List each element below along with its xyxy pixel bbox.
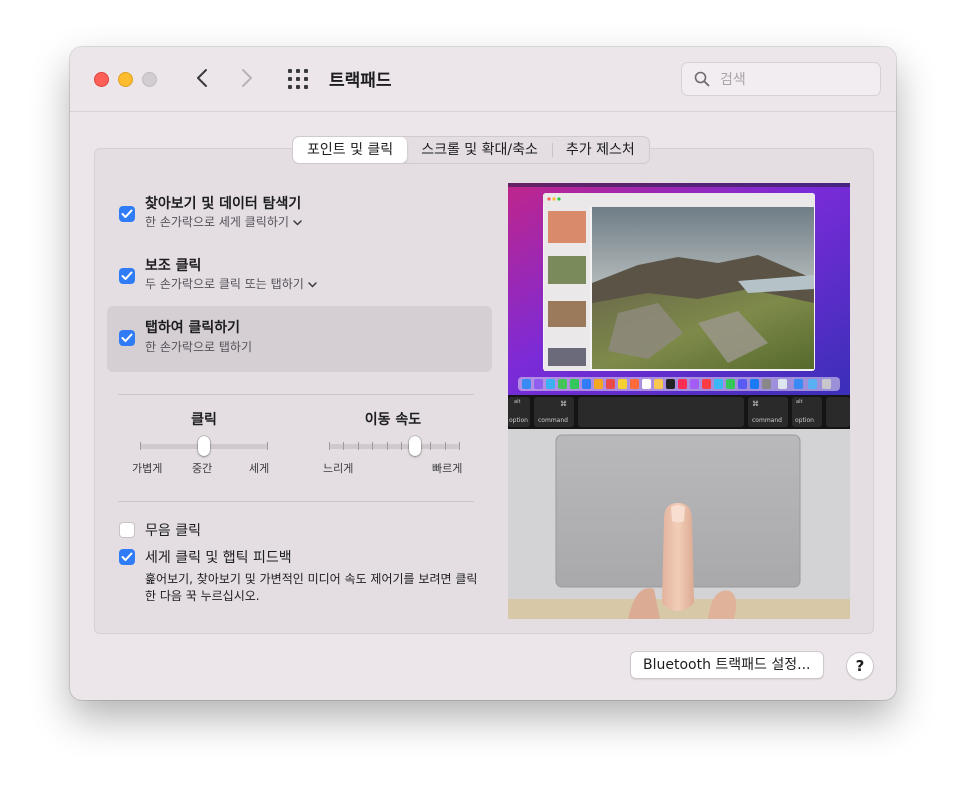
option-subtitle-row[interactable]: 두 손가락으로 클릭 또는 탭하기 bbox=[145, 275, 317, 292]
option-tap-to-click[interactable]: 탭하여 클릭하기 한 손가락으로 탭하기 bbox=[107, 306, 492, 372]
back-button[interactable] bbox=[191, 65, 213, 91]
checkmark-icon bbox=[121, 271, 133, 280]
key-command-right: command bbox=[752, 417, 782, 424]
click-slider-tick bbox=[140, 442, 141, 450]
silent-clicking-checkbox[interactable] bbox=[119, 522, 135, 538]
option-subtitle: 한 손가락으로 탭하기 bbox=[145, 340, 252, 354]
tracking-slider-track[interactable] bbox=[329, 444, 460, 449]
checkmark-icon bbox=[121, 552, 133, 561]
tracking-slider-tick bbox=[401, 442, 402, 450]
tracking-slider-tick bbox=[358, 442, 359, 450]
title-bar: 트랙패드 bbox=[70, 47, 896, 112]
force-click-description: 훑어보기, 찾아보기 및 가변적인 미디어 속도 제어기를 보려면 클릭한 다음… bbox=[145, 572, 478, 603]
key-cmd-symbol-right: ⌘ bbox=[752, 400, 759, 408]
gesture-preview-image: alt option ⌘ command ⌘ command alt optio… bbox=[508, 183, 850, 619]
tracking-slider-tick bbox=[329, 442, 330, 450]
tracking-slider-max-label: 빠르게 bbox=[432, 462, 463, 475]
key-command-left: command bbox=[538, 417, 568, 424]
option-subtitle: 두 손가락으로 클릭 또는 탭하기 bbox=[145, 277, 304, 291]
tracking-slider-min-label: 느리게 bbox=[323, 462, 354, 475]
option-title: 탭하여 클릭하기 bbox=[145, 320, 241, 336]
option-title: 찾아보기 및 데이터 탐색기 bbox=[145, 196, 302, 212]
search-icon bbox=[694, 71, 710, 87]
option-lookup-data-detectors[interactable]: 찾아보기 및 데이터 탐색기 한 손가락으로 세게 클릭하기 bbox=[108, 188, 488, 236]
option-subtitle-row[interactable]: 한 손가락으로 세게 클릭하기 bbox=[145, 213, 302, 230]
tracking-slider-tick bbox=[372, 442, 373, 450]
forward-button[interactable] bbox=[236, 65, 258, 91]
click-slider-label: 클릭 bbox=[191, 412, 217, 428]
zoom-button[interactable] bbox=[142, 72, 157, 87]
key-cmd-symbol-left: ⌘ bbox=[560, 400, 567, 408]
key-alt-right: alt bbox=[796, 399, 803, 405]
system-preferences-window: 트랙패드 포인트 및 클릭 스크롤 및 확대/축소 추가 제스처 찾아보기 및 … bbox=[70, 47, 896, 700]
chevron-left-icon bbox=[197, 69, 207, 87]
tap-to-click-checkbox[interactable] bbox=[119, 330, 135, 346]
force-click-label[interactable]: 세게 클릭 및 햅틱 피드백 bbox=[145, 547, 292, 567]
tab-bar: 포인트 및 클릭 스크롤 및 확대/축소 추가 제스처 bbox=[292, 136, 650, 164]
click-slider-mid-label: 중간 bbox=[192, 462, 213, 475]
tracking-slider-tick bbox=[445, 442, 446, 450]
option-title: 보조 클릭 bbox=[145, 258, 202, 274]
chevron-down-icon[interactable] bbox=[293, 220, 302, 226]
tracking-slider-label: 이동 속도 bbox=[364, 412, 422, 428]
divider bbox=[118, 394, 474, 395]
tracking-slider-tick bbox=[430, 442, 431, 450]
checkmark-icon bbox=[121, 333, 133, 342]
tracking-slider-tick bbox=[459, 442, 460, 450]
tab-more-gestures[interactable]: 추가 제스처 bbox=[551, 137, 649, 163]
secondary-click-checkbox[interactable] bbox=[119, 268, 135, 284]
tab-point-and-click[interactable]: 포인트 및 클릭 bbox=[293, 137, 408, 163]
silent-clicking-label[interactable]: 무음 클릭 bbox=[145, 520, 201, 540]
key-option-left: option bbox=[509, 417, 528, 424]
window-title: 트랙패드 bbox=[329, 71, 392, 91]
option-subtitle: 한 손가락으로 세게 클릭하기 bbox=[145, 215, 289, 229]
click-slider-tick bbox=[267, 442, 268, 450]
option-secondary-click[interactable]: 보조 클릭 두 손가락으로 클릭 또는 탭하기 bbox=[108, 250, 488, 298]
click-slider-knob[interactable] bbox=[198, 436, 210, 456]
force-click-checkbox[interactable] bbox=[119, 549, 135, 565]
search-input[interactable] bbox=[718, 69, 872, 91]
chevron-right-icon bbox=[242, 69, 252, 87]
click-slider-max-label: 세게 bbox=[249, 462, 270, 475]
close-button[interactable] bbox=[94, 72, 109, 87]
click-slider-min-label: 가볍게 bbox=[132, 462, 163, 475]
tracking-slider-tick bbox=[387, 442, 388, 450]
key-alt-left: alt bbox=[514, 399, 521, 405]
help-button[interactable]: ? bbox=[846, 652, 874, 680]
bluetooth-trackpad-setup-button[interactable]: Bluetooth 트랙패드 설정... bbox=[630, 651, 824, 679]
tracking-slider-knob[interactable] bbox=[409, 436, 421, 456]
checkmark-icon bbox=[121, 209, 133, 218]
key-option-right: option bbox=[795, 417, 814, 424]
divider bbox=[118, 501, 474, 502]
minimize-button[interactable] bbox=[118, 72, 133, 87]
chevron-down-icon[interactable] bbox=[308, 282, 317, 288]
lookup-checkbox[interactable] bbox=[119, 206, 135, 222]
show-all-grid-icon[interactable] bbox=[287, 67, 311, 91]
search-field[interactable] bbox=[681, 62, 881, 96]
tracking-slider-tick bbox=[343, 442, 344, 450]
tab-scroll-and-zoom[interactable]: 스크롤 및 확대/축소 bbox=[407, 137, 552, 163]
